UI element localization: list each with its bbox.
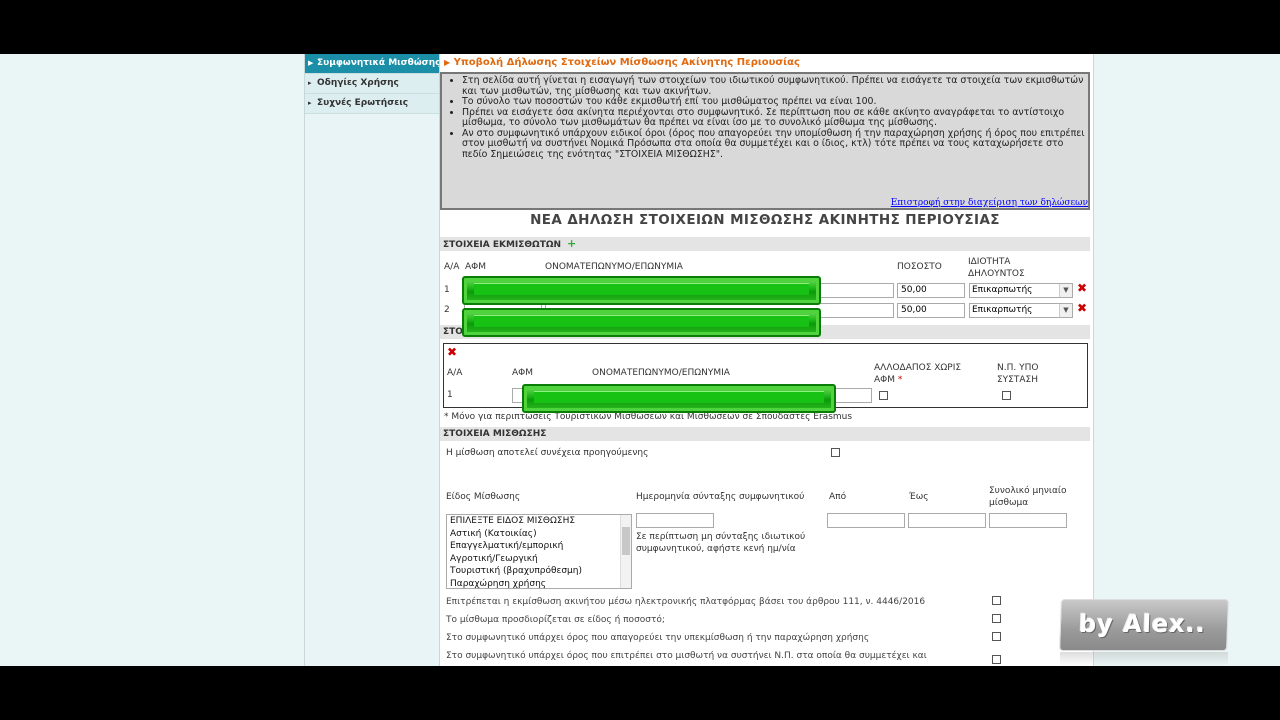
question-label: Το μίσθωμα προσδιορίζεται σε είδος ή ποσ… bbox=[446, 615, 665, 625]
instruction-item: Αν στο συμφωνητικό υπάρχουν ειδικοί όροι… bbox=[462, 128, 1088, 161]
lease-section-header: ΣΤΟΙΧΕΙΑ ΜΙΣΘΩΣΗΣ bbox=[440, 427, 1090, 441]
sidebar-item-instructions[interactable]: ▸ Οδηγίες Χρήσης bbox=[305, 74, 439, 94]
from-date-input[interactable] bbox=[827, 513, 905, 528]
breadcrumb-label: Υποβολή Δήλωσης Στοιχείων Μίσθωσης Ακίνη… bbox=[453, 57, 800, 68]
lessees-footnote: * Μόνο για περιπτώσεις Τουριστικών Μισθώ… bbox=[444, 412, 853, 422]
question-label: Στο συμφωνητικό υπάρχει όρος που επιτρέπ… bbox=[446, 651, 927, 661]
list-option[interactable]: Τουριστική (βραχυπρόθεσμη) bbox=[447, 565, 631, 578]
to-label: Έως bbox=[909, 492, 929, 502]
continuation-label: Η μίσθωση αποτελεί συνέχεια προηγούμενης bbox=[446, 448, 649, 458]
col-afm: ΑΦΜ bbox=[465, 262, 487, 272]
arrow-right-icon: ▶ bbox=[444, 58, 451, 67]
redaction-bar bbox=[522, 384, 836, 413]
question-label: Επιτρέπεται η εκμίσθωση ακινήτου μέσω ηλ… bbox=[446, 597, 926, 607]
col-name: ΟΝΟΜΑΤΕΠΩΝΥΜΟ/ΕΠΩΝΥΜΙΑ bbox=[545, 262, 683, 272]
col-foreign: ΑΛΛΟΔΑΠΟΣ ΧΩΡΙΣ ΑΦΜ * bbox=[874, 362, 979, 386]
back-to-declarations-link[interactable]: Επιστροφή στην διαχείριση των δηλώσεων bbox=[891, 198, 1088, 208]
watermark-text: by Alex.. bbox=[1078, 610, 1207, 638]
list-option[interactable]: Παραχώρηση χρήσης bbox=[447, 578, 631, 589]
col-foreign-label: ΑΛΛΟΔΑΠΟΣ ΧΩΡΙΣ ΑΦΜ bbox=[874, 363, 962, 385]
row-aa: 1 bbox=[447, 390, 453, 400]
lessor-capacity-select[interactable]: Επικαρπωτής ▼ bbox=[969, 303, 1073, 318]
platform-lease-checkbox[interactable] bbox=[992, 596, 1001, 605]
required-star: * bbox=[897, 375, 903, 385]
delete-lessee-icon[interactable]: ✖ bbox=[447, 345, 457, 359]
col-afm: ΑΦΜ bbox=[512, 368, 534, 378]
browser-viewport: ▶ Συμφωνητικά Μισθώσης ▸ Οδηγίες Χρήσης ▸ Σ… bbox=[0, 54, 1280, 666]
list-option[interactable]: Αστική (Κατοικίας) bbox=[447, 528, 631, 541]
col-name: ΟΝΟΜΑΤΕΠΩΝΥΜΟ/ΕΠΩΝΥΜΙΑ bbox=[592, 368, 730, 378]
from-label: Από bbox=[829, 492, 847, 502]
arrow-right-icon: ▶ bbox=[308, 59, 314, 67]
continuation-checkbox[interactable] bbox=[831, 448, 840, 457]
sidebar-item-label: Συμφωνητικά Μισθώσης bbox=[317, 58, 439, 68]
scrollbar-thumb[interactable] bbox=[622, 527, 630, 555]
np-under-formation-checkbox[interactable] bbox=[1002, 391, 1011, 400]
col-aa: Α/Α bbox=[444, 262, 460, 272]
contract-date-input[interactable] bbox=[636, 513, 714, 528]
sidebar-item-lease-contracts[interactable]: ▶ Συμφωνητικά Μισθώσης bbox=[305, 54, 439, 74]
col-np: Ν.Π. ΥΠΟ ΣΥΣΤΑΣΗ bbox=[997, 363, 1039, 385]
foreign-no-afm-checkbox[interactable] bbox=[879, 391, 888, 400]
delete-lessor-icon[interactable]: ✖ bbox=[1077, 281, 1087, 295]
main-content: ▶ Υποβολή Δήλωσης Στοιχείων Μίσθωσης Ακί… bbox=[440, 54, 1093, 666]
listbox-scrollbar[interactable] bbox=[620, 515, 631, 588]
col-aa: Α/Α bbox=[447, 368, 463, 378]
rent-in-kind-checkbox[interactable] bbox=[992, 614, 1001, 623]
arrow-right-icon: ▸ bbox=[308, 79, 312, 87]
contract-date-hint: Σε περίπτωση μη σύνταξης ιδιωτικού συμφω… bbox=[636, 532, 806, 554]
total-rent-label: Συνολικό μηνιαίο μίσθωμα bbox=[989, 486, 1067, 508]
instruction-item: Στη σελίδα αυτή γίνεται η εισαγωγή των σ… bbox=[462, 75, 1088, 97]
lessor-capacity-select[interactable]: Επικαρπωτής ▼ bbox=[969, 283, 1073, 298]
list-option[interactable]: Επαγγελματική/εμπορική bbox=[447, 540, 631, 553]
col-capacity: ΙΔΙΟΤΗΤΑ ΔΗΛΟΥΝΤΟΣ bbox=[968, 257, 1025, 279]
legal-entity-clause-checkbox[interactable] bbox=[992, 655, 1001, 664]
lessors-section-header: ΣΤΟΙΧΕΙΑ ΕΚΜΙΣΘΩΤΩΝ + bbox=[440, 237, 1090, 251]
page-container: ▶ Συμφωνητικά Μισθώσης ▸ Οδηγίες Χρήσης ▸ Σ… bbox=[304, 54, 1094, 666]
form-title: ΝΕΑ ΔΗΛΩΣΗ ΣΤΟΙΧΕΙΩΝ ΜΙΣΘΩΣΗΣ ΑΚΙΝΗΤΗΣ Π… bbox=[530, 212, 1000, 228]
redaction-bar bbox=[462, 308, 821, 337]
select-value: Επικαρπωτής bbox=[972, 305, 1033, 315]
sublease-prohibited-checkbox[interactable] bbox=[992, 632, 1001, 641]
add-lessor-icon[interactable]: + bbox=[567, 237, 576, 250]
lessor-percent-input[interactable]: 50,00 bbox=[897, 283, 965, 298]
list-option[interactable]: Αγροτική/Γεωργική bbox=[447, 553, 631, 566]
lessor-percent-input[interactable]: 50,00 bbox=[897, 303, 965, 318]
section-title: ΣΤΟ bbox=[443, 327, 463, 337]
total-rent-input[interactable] bbox=[989, 513, 1067, 528]
col-percent: ΠΟΣΟΣΤΟ bbox=[897, 262, 942, 272]
to-date-input[interactable] bbox=[908, 513, 986, 528]
select-value: Επικαρπωτής bbox=[972, 285, 1033, 295]
watermark: by Alex.. bbox=[1059, 599, 1229, 651]
watermark-reflection bbox=[1060, 652, 1228, 666]
instruction-item: Πρέπει να εισάγετε όσα ακίνητα περιέχοντ… bbox=[462, 107, 1088, 129]
sidebar-item-label: Οδηγίες Χρήσης bbox=[317, 78, 399, 88]
row-aa: 2 bbox=[444, 305, 450, 315]
sidebar-item-label: Συχνές Ερωτήσεις bbox=[317, 98, 409, 108]
redaction-bar bbox=[462, 276, 821, 305]
chevron-down-icon: ▼ bbox=[1059, 284, 1072, 297]
arrow-right-icon: ▸ bbox=[308, 99, 312, 107]
sidebar-item-faq[interactable]: ▸ Συχνές Ερωτήσεις bbox=[305, 94, 439, 114]
question-label: Στο συμφωνητικό υπάρχει όρος που απαγορε… bbox=[446, 633, 870, 643]
breadcrumb: ▶ Υποβολή Δήλωσης Στοιχείων Μίσθωσης Ακί… bbox=[440, 54, 1093, 71]
sidebar: ▶ Συμφωνητικά Μισθώσης ▸ Οδηγίες Χρήσης ▸ Σ… bbox=[305, 54, 440, 666]
lease-type-label: Είδος Μίσθωσης bbox=[446, 492, 521, 502]
lease-type-listbox[interactable]: ΕΠΙΛΕΞΤΕ ΕΙΔΟΣ ΜΙΣΘΩΣΗΣ Αστική (Κατοικία… bbox=[446, 514, 632, 589]
chevron-down-icon: ▼ bbox=[1059, 304, 1072, 317]
list-option[interactable]: ΕΠΙΛΕΞΤΕ ΕΙΔΟΣ ΜΙΣΘΩΣΗΣ bbox=[447, 515, 631, 528]
section-title: ΣΤΟΙΧΕΙΑ ΕΚΜΙΣΘΩΤΩΝ bbox=[443, 240, 562, 250]
instructions-box: Στη σελίδα αυτή γίνεται η εισαγωγή των σ… bbox=[440, 72, 1090, 210]
delete-lessor-icon[interactable]: ✖ bbox=[1077, 301, 1087, 315]
row-aa: 1 bbox=[444, 285, 450, 295]
section-title: ΣΤΟΙΧΕΙΑ ΜΙΣΘΩΣΗΣ bbox=[443, 429, 547, 439]
instruction-item: Το σύνολο των ποσοστών του κάθε εκμισθωτ… bbox=[462, 96, 1088, 108]
contract-date-label: Ημερομηνία σύνταξης συμφωνητικού bbox=[636, 492, 805, 502]
